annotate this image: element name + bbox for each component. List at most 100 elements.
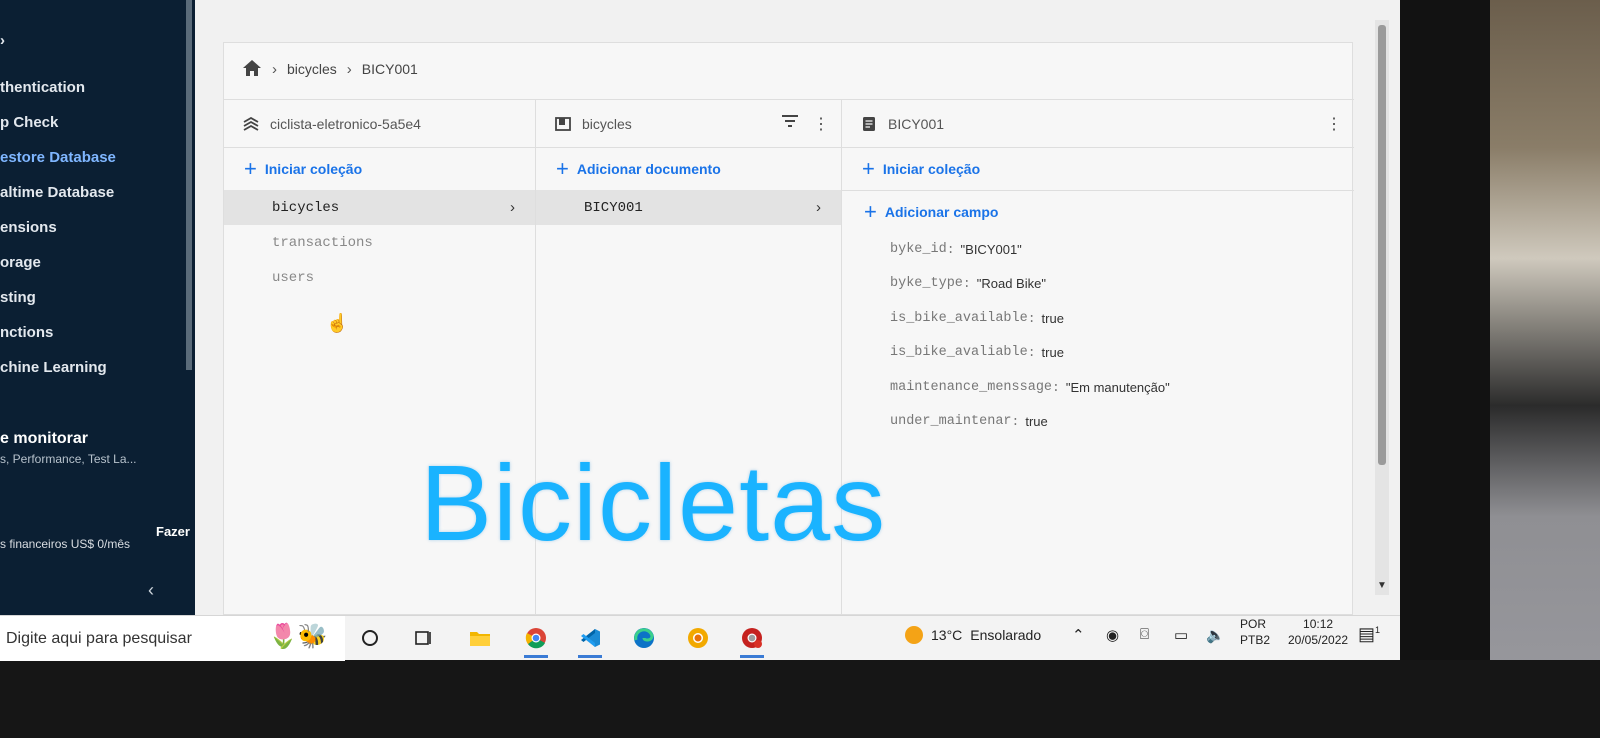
sun-icon [905,626,923,644]
collection-item-users[interactable]: users [224,260,535,295]
weather-text: Ensolarado [970,627,1042,643]
collection-item-bicycles[interactable]: bicycles › [224,190,535,225]
upgrade-button[interactable]: Fazer [156,524,190,539]
widgets-icon[interactable] [406,621,442,655]
scrollbar-thumb[interactable] [1378,25,1386,465]
document-label: BICY001 [584,199,643,216]
sidebar-item-hosting[interactable]: sting [0,289,36,306]
scroll-down-icon[interactable]: ▼ [1377,580,1387,591]
field-colon: : [962,276,971,292]
chevron-right-icon: › [510,199,515,216]
field-value: "Road Bike" [976,276,1046,292]
plus-icon: + [556,156,569,181]
field-colon: : [1052,379,1060,395]
collection-label: users [272,269,315,286]
sidebar-item-firestore-database[interactable]: estore Database [0,149,116,166]
field-key: byke_type [890,276,963,292]
breadcrumb: › bicycles › BICY001 [242,57,418,81]
sidebar-scrollbar[interactable] [186,0,192,370]
filter-icon[interactable] [781,114,799,134]
field-key: byke_id [890,241,947,257]
home-icon[interactable] [242,59,262,80]
sidebar-plan-text: s financeiros US$ 0/mês [0,537,131,551]
field-value: true [1041,310,1064,326]
collection-name: bicycles [582,115,632,132]
language-code: POR [1240,617,1267,631]
chevron-left-icon[interactable]: ‹ [148,580,154,601]
add-document-button[interactable]: + Adicionar documento [536,148,841,190]
chrome-dev-icon[interactable] [734,621,770,658]
sidebar-item-authentication[interactable]: thentication [0,79,85,96]
sidebar-item-app-check[interactable]: p Check [0,114,58,131]
notification-icon[interactable]: ▤1 [1358,624,1380,645]
document-item[interactable]: BICY001 › [536,190,841,225]
edge-icon[interactable] [626,621,662,655]
more-vert-icon[interactable]: ⋮ [1326,114,1342,134]
start-collection-label: Iniciar coleção [264,161,363,177]
breadcrumb-separator-icon: › [272,60,277,78]
add-field-button[interactable]: + Adicionar campo [842,190,1354,232]
sidebar-item-machine-learning[interactable]: chine Learning [0,359,107,376]
field-row[interactable]: byke_type: "Road Bike" [842,267,1354,302]
page-scrollbar[interactable]: ▼ [1375,20,1389,595]
field-key: is_bike_available [890,310,1028,326]
plus-icon: + [244,156,257,181]
file-explorer-icon[interactable] [462,621,498,655]
chrome-icon[interactable] [518,621,554,658]
weather-widget[interactable]: 13°C Ensolarado [905,626,1041,644]
start-collection-button[interactable]: + Iniciar coleção [224,148,535,190]
field-value: true [1041,345,1064,361]
breadcrumb-item-collection[interactable]: bicycles [287,61,337,77]
vscode-icon[interactable] [572,621,608,658]
start-subcollection-button[interactable]: + Iniciar coleção [842,148,1354,190]
meet-now-icon[interactable]: ⌼ [1140,626,1149,643]
sidebar-section-title[interactable]: e monitorar [0,430,88,448]
chrome-canary-icon[interactable] [680,621,716,655]
clock-time: 10:12 [1303,617,1334,631]
field-colon: : [1027,310,1036,326]
breadcrumb-item-document[interactable]: BICY001 [362,61,418,77]
field-colon: : [946,241,955,257]
field-key: under_maintenar [890,414,1012,430]
search-highlight-icon[interactable]: 🌷🐝 [268,622,328,651]
hand-cursor-icon: ☝ [326,313,349,333]
sidebar-item-storage[interactable]: orage [0,254,41,271]
sidebar-top-icon[interactable]: › [0,32,5,49]
task-view-icon[interactable] [352,621,388,655]
firebase-sidebar: › thentication p Check estore Database a… [0,0,195,615]
clock-date: 20/05/2022 [1288,633,1349,647]
project-name: ciclista-eletronico-5a5e4 [270,115,421,132]
sidebar-item-functions[interactable]: nctions [0,324,53,341]
search-placeholder: Digite aqui para pesquisar [6,629,192,647]
field-value: true [1025,414,1048,430]
record-icon[interactable]: ◉ [1106,626,1119,644]
project-column-header: ciclista-eletronico-5a5e4 [224,100,535,148]
database-stack-icon [242,115,260,133]
battery-icon[interactable]: ▭ [1174,626,1188,644]
language-indicator[interactable]: POR PTB2 [1240,616,1270,648]
chevron-up-icon[interactable]: ⌃ [1072,626,1085,644]
clock[interactable]: 10:12 20/05/2022 [1288,616,1348,648]
plus-icon: + [862,156,875,181]
collection-column-header: bicycles ⋮ [536,100,841,148]
notification-count: 1 [1375,625,1381,635]
document-name: BICY001 [888,115,945,132]
sidebar-item-realtime-database[interactable]: altime Database [0,184,114,201]
field-row[interactable]: is_bike_available: true [842,301,1354,336]
field-row[interactable]: is_bike_avaliable: true [842,336,1354,371]
field-value: "BICY001" [960,241,1022,257]
field-row[interactable]: byke_id: "BICY001" [842,232,1354,267]
field-key: is_bike_avaliable [890,345,1028,361]
field-value: "Em manutenção" [1065,379,1170,395]
add-document-label: Adicionar documento [576,161,721,177]
more-vert-icon[interactable]: ⋮ [813,114,829,134]
start-subcollection-label: Iniciar coleção [882,161,981,177]
sidebar-item-extensions[interactable]: ensions [0,219,57,236]
field-row[interactable]: under_maintenar: true [842,405,1354,440]
taskbar: Digite aqui para pesquisar 🌷🐝 13°C Ensol… [0,615,1400,661]
field-row[interactable]: maintenance_menssage: "Em manutenção" [842,370,1354,405]
volume-icon[interactable]: 🔈 [1206,626,1225,644]
sidebar-section-subtitle: s, Performance, Test La... [0,452,137,466]
collection-item-transactions[interactable]: transactions [224,225,535,260]
document-column-header: BICY001 ⋮ [842,100,1354,148]
